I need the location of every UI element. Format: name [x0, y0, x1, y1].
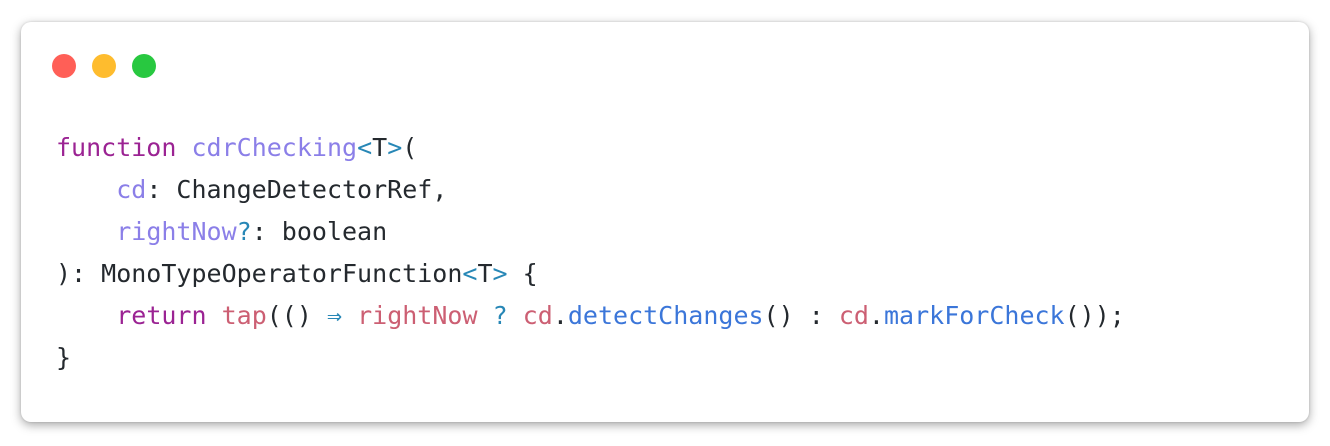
code-line-4: ): MonoTypeOperatorFunction<T> { [56, 253, 1125, 295]
param-cd-type: : ChangeDetectorRef, [146, 175, 448, 204]
arrow-operator: ⇒ [326, 301, 343, 330]
generic-close: > [387, 133, 403, 162]
call-tap: tap [221, 301, 267, 330]
method-markforcheck: markForCheck [883, 301, 1065, 330]
optional-mark: ? [236, 217, 252, 246]
minimize-button[interactable] [92, 54, 116, 78]
var-cd: cd [522, 301, 553, 330]
paren-open: ( [402, 133, 418, 162]
param-rightnow-type: : boolean [251, 217, 388, 246]
code-window: function cdrChecking<T>( cd: ChangeDetec… [21, 22, 1309, 422]
brace-open: { [507, 259, 538, 288]
method-detectchanges: detectChanges [567, 301, 764, 330]
maximize-button[interactable] [132, 54, 156, 78]
generic-close: > [492, 259, 508, 288]
keyword-return: return [116, 301, 207, 330]
code-line-6: } [56, 337, 1125, 379]
member-dot: . [552, 301, 568, 330]
type-param: T [477, 259, 493, 288]
code-line-2: cd: ChangeDetectorRef, [56, 169, 1125, 211]
ternary-question: ? [492, 301, 508, 330]
var-rightnow: rightNow [357, 301, 478, 330]
generic-open: < [462, 259, 478, 288]
param-rightnow: rightNow [116, 217, 237, 246]
code-line-1: function cdrChecking<T>( [56, 127, 1125, 169]
param-cd: cd [116, 175, 147, 204]
code-line-3: rightNow?: boolean [56, 211, 1125, 253]
call-close: ()); [1064, 301, 1125, 330]
call-parens: () : [763, 301, 839, 330]
close-button[interactable] [52, 54, 76, 78]
code-block: function cdrChecking<T>( cd: ChangeDetec… [56, 127, 1125, 379]
return-type: ): MonoTypeOperatorFunction [56, 259, 463, 288]
function-name: cdrChecking [191, 133, 358, 162]
type-param: T [372, 133, 388, 162]
arrow-params: (() [266, 301, 327, 330]
code-line-5: return tap(() ⇒ rightNow ? cd.detectChan… [56, 295, 1125, 337]
var-cd: cd [838, 301, 869, 330]
member-dot: . [868, 301, 884, 330]
keyword-function: function [56, 133, 177, 162]
brace-close: } [56, 343, 72, 372]
generic-open: < [357, 133, 373, 162]
